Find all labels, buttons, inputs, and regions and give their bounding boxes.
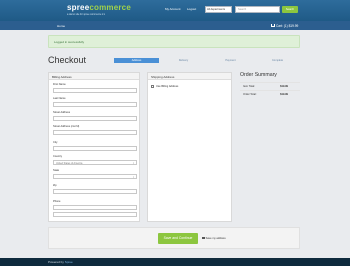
tagline: a demo site for spree commerce 2.x: [67, 13, 106, 16]
powered-by: Powered by Spree: [48, 260, 73, 264]
zip-field[interactable]: [53, 189, 137, 194]
step-complete: Complete: [271, 59, 284, 62]
save-address-label: Save my address: [205, 236, 226, 240]
summary-title: Order Summary: [240, 72, 277, 78]
first-name-field[interactable]: [53, 88, 137, 93]
use-billing-label[interactable]: Use Billing Address: [156, 85, 178, 88]
order-total-value: $19.99: [280, 93, 288, 96]
use-billing-checkbox[interactable]: [151, 85, 154, 88]
my-account-link[interactable]: My Account: [165, 7, 181, 11]
state-select[interactable]: ↕: [53, 174, 137, 179]
state-label: State: [53, 169, 60, 172]
phone-field[interactable]: [53, 205, 137, 210]
logo-accent: commerce: [89, 3, 131, 12]
page-title: Checkout: [48, 55, 87, 65]
flash-message: Logged in successfully: [54, 40, 85, 44]
step-address[interactable]: Address: [114, 58, 159, 63]
site-footer: Powered by Spree: [0, 258, 350, 266]
order-total-label: Order Total:: [243, 93, 257, 96]
checkout-actions: Save and Continue Save my address: [48, 227, 300, 249]
site-header: spreecommerce a demo site for spree comm…: [0, 0, 350, 21]
step-delivery: Delivery: [178, 59, 189, 62]
shipping-address-panel: Shipping Address Use Billing Address: [147, 72, 232, 222]
flash-success: Logged in successfully: [48, 35, 300, 48]
nav-home-link[interactable]: Home: [57, 24, 65, 28]
save-user-address[interactable]: Save my address: [202, 236, 226, 240]
last-name-field[interactable]: [53, 102, 137, 107]
select-arrow-icon: ↕: [132, 161, 134, 165]
logout-link[interactable]: Logout: [187, 7, 196, 11]
street-field[interactable]: [53, 116, 137, 121]
street-label: Street Address: [53, 111, 71, 114]
save-and-continue-button[interactable]: Save and Continue: [158, 233, 198, 244]
country-value: United States of America: [56, 162, 83, 165]
last-name-label: Last Name: [53, 97, 66, 100]
shipping-heading: Shipping Address: [148, 73, 231, 80]
billing-heading: Billing Address: [49, 73, 139, 80]
taxonomy-select[interactable]: All departments: [205, 6, 232, 13]
item-total-row: Item Total: $19.99: [240, 82, 300, 89]
country-label: Country: [53, 155, 63, 158]
search-button[interactable]: Search: [282, 6, 298, 13]
country-select[interactable]: United States of America ↕: [53, 160, 137, 165]
main-nav: Home Cart: (1) $19.99: [0, 21, 350, 30]
street2-label: Street Address (cont'd): [53, 125, 80, 128]
select-arrow-icon: ↕: [132, 175, 134, 179]
order-summary: Order Summary Item Total: $19.99 Order T…: [240, 72, 300, 96]
cart-icon: [271, 24, 275, 27]
item-total-value: $19.99: [280, 85, 288, 88]
city-label: City: [53, 141, 58, 144]
cart-link[interactable]: Cart: (1) $19.99: [271, 24, 298, 28]
item-total-label: Item Total:: [243, 85, 255, 88]
first-name-label: First Name: [53, 83, 66, 86]
step-payment: Payment: [225, 59, 236, 62]
powered-by-text: Powered by: [48, 260, 64, 264]
cart-label: Cart: (1) $19.99: [276, 23, 299, 28]
save-address-checkbox[interactable]: [202, 236, 205, 240]
checkout-progress: Address Delivery Payment Complete: [114, 58, 300, 63]
street2-field[interactable]: [53, 130, 137, 135]
logo-text: spree: [67, 3, 90, 12]
logo[interactable]: spreecommerce: [67, 3, 131, 12]
spree-link[interactable]: Spree: [65, 260, 73, 264]
phone-field-extra[interactable]: [53, 212, 137, 217]
billing-address-panel: Billing Address First Name Last Name Str…: [48, 72, 140, 222]
zip-label: Zip: [53, 184, 57, 187]
phone-label: Phone: [53, 200, 61, 203]
search-input[interactable]: Search: [235, 6, 280, 13]
order-total-row: Order Total: $19.99: [240, 90, 300, 97]
city-field[interactable]: [53, 146, 137, 151]
